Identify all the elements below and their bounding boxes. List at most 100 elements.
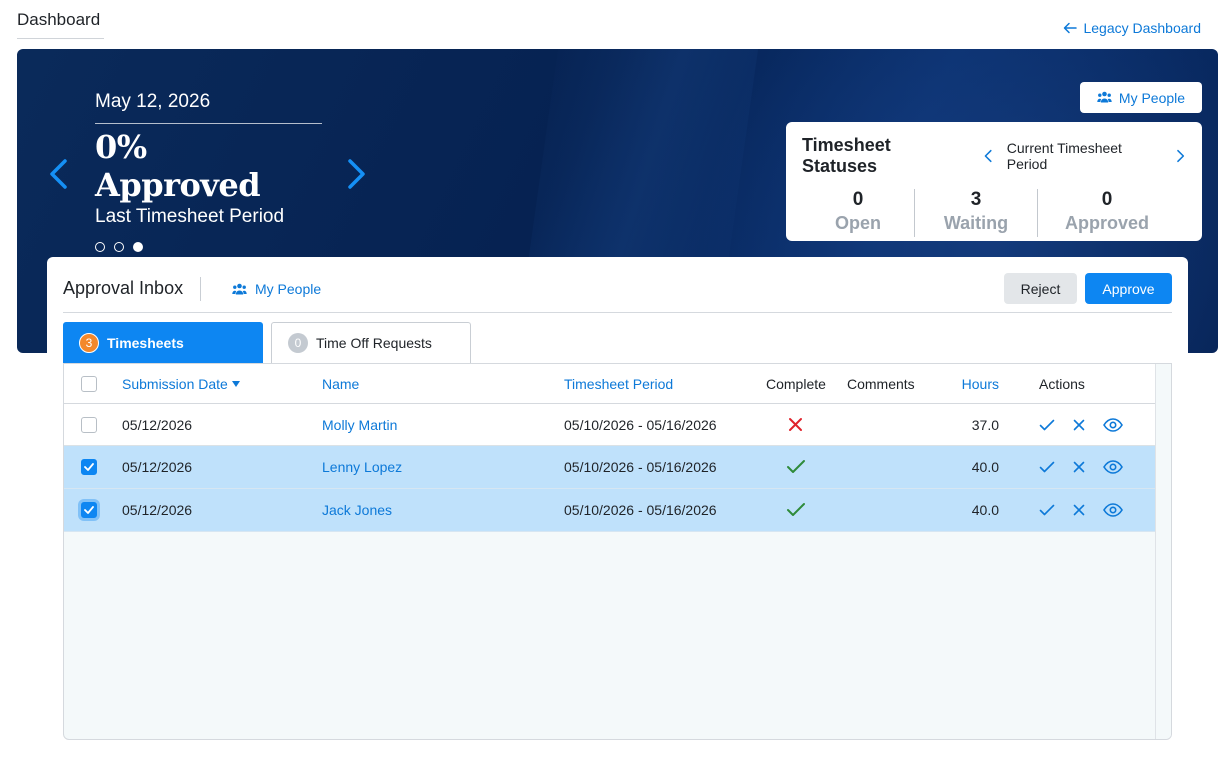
reject-row-button[interactable] (1073, 504, 1085, 516)
tab-count-badge: 0 (288, 333, 308, 353)
carousel-dot-3[interactable] (133, 242, 143, 252)
check-icon (1039, 461, 1055, 473)
my-people-button[interactable]: My People (1080, 82, 1202, 113)
my-people-label: My People (1118, 89, 1186, 106)
status-approved-label: Approved (1064, 213, 1149, 233)
reject-row-button[interactable] (1073, 419, 1085, 431)
column-header-timesheet-period[interactable]: Timesheet Period (564, 376, 673, 392)
select-all-checkbox[interactable] (81, 375, 97, 392)
legacy-dashboard-link[interactable]: Legacy Dashboard (1063, 20, 1201, 36)
timesheet-grid: Submission Date Name Timesheet Period Co… (63, 363, 1172, 740)
column-header-label: Submission Date (122, 375, 228, 392)
row-checkbox[interactable] (81, 502, 97, 518)
status-approved-count: 0 (1101, 189, 1113, 210)
status-waiting-count: 3 (970, 189, 982, 210)
status-card-title: Timesheet Statuses (802, 135, 891, 176)
employee-name-link[interactable]: Molly Martin (322, 417, 397, 433)
inbox-tabs: 3 Timesheets 0 Time Off Requests (63, 322, 471, 363)
row-actions (1039, 460, 1123, 474)
complete-cell (766, 502, 806, 518)
inbox-header: Approval Inbox My People Reject Approve (63, 273, 1172, 313)
carousel-dot-1[interactable] (95, 242, 105, 252)
status-open-label: Open (834, 213, 881, 233)
column-header-actions: Actions (1039, 375, 1085, 392)
status-waiting[interactable]: 3 Waiting (915, 189, 1038, 237)
legacy-dashboard-label: Legacy Dashboard (1083, 20, 1201, 36)
approve-button[interactable]: Approve (1085, 273, 1172, 304)
table-row[interactable]: 05/12/2026 Jack Jones 05/10/2026 - 05/16… (64, 489, 1156, 532)
chevron-right-icon (348, 159, 365, 189)
row-actions (1039, 417, 1123, 432)
eye-icon (1103, 460, 1123, 474)
tab-count-badge: 3 (79, 332, 99, 353)
table-row[interactable]: 05/12/2026 Lenny Lopez 05/10/2026 - 05/1… (64, 446, 1156, 489)
timesheet-period-cell: 05/10/2026 - 05/16/2026 (564, 502, 717, 518)
carousel-slide: May 12, 2026 0% Approved Last Timesheet … (95, 91, 322, 252)
submission-date-cell: 05/12/2026 (122, 459, 193, 475)
eye-icon (1103, 417, 1123, 432)
employee-name-link[interactable]: Lenny Lopez (322, 459, 402, 475)
inbox-my-people-link[interactable]: My People (232, 281, 321, 297)
reject-button[interactable]: Reject (1004, 273, 1077, 304)
tab-label: Time Off Requests (316, 335, 432, 351)
check-icon (787, 460, 805, 473)
view-row-button[interactable] (1103, 417, 1123, 432)
check-icon (1039, 419, 1055, 430)
eye-icon (1103, 503, 1123, 517)
carousel-prev-button[interactable] (47, 157, 69, 191)
complete-cell (766, 459, 806, 475)
close-icon (1073, 504, 1085, 516)
carousel-next-button[interactable] (346, 157, 368, 191)
checkmark-icon (84, 463, 94, 471)
inbox-my-people-label: My People (255, 281, 322, 297)
divider (200, 277, 201, 301)
slide-metric: 0% Approved (95, 128, 261, 204)
column-header-hours[interactable]: Hours (959, 376, 999, 392)
reject-row-button[interactable] (1073, 461, 1085, 473)
view-row-button[interactable] (1103, 460, 1123, 474)
slide-caption: Last Timesheet Period (95, 206, 285, 227)
row-checkbox[interactable] (81, 416, 97, 433)
hours-cell: 40.0 (971, 502, 999, 518)
status-approved[interactable]: 0 Approved (1038, 189, 1176, 237)
approve-row-button[interactable] (1039, 461, 1055, 473)
close-icon (1073, 461, 1085, 473)
row-checkbox[interactable] (81, 459, 97, 475)
submission-date-cell: 05/12/2026 (122, 416, 193, 433)
sort-desc-icon (231, 380, 240, 387)
submission-date-cell: 05/12/2026 (122, 502, 193, 518)
chevron-left-icon[interactable] (983, 149, 993, 163)
approval-inbox: Approval Inbox My People Reject Approve … (47, 257, 1188, 741)
status-waiting-label: Waiting (943, 213, 1009, 233)
page-title: Dashboard (17, 10, 104, 39)
approve-row-button[interactable] (1039, 419, 1055, 431)
column-header-comments: Comments (847, 375, 915, 392)
arrow-left-icon (1064, 22, 1078, 34)
column-header-submission-date[interactable]: Submission Date (122, 376, 240, 392)
people-icon (232, 283, 247, 294)
chevron-right-icon[interactable] (1176, 149, 1186, 163)
table-row[interactable]: 05/12/2026 Molly Martin 05/10/2026 - 05/… (64, 404, 1156, 446)
timesheet-period-cell: 05/10/2026 - 05/16/2026 (564, 459, 717, 475)
grid-scrollbar[interactable] (1155, 364, 1171, 739)
tab-label: Timesheets (107, 334, 184, 351)
column-header-name[interactable]: Name (322, 376, 359, 392)
checkmark-icon (84, 506, 94, 514)
status-open[interactable]: 0 Open (802, 189, 915, 237)
view-row-button[interactable] (1103, 503, 1123, 517)
employee-name-link[interactable]: Jack Jones (322, 502, 392, 518)
timesheet-period-cell: 05/10/2026 - 05/16/2026 (564, 416, 717, 433)
hours-cell: 37.0 (971, 416, 999, 433)
approve-row-button[interactable] (1039, 504, 1055, 516)
column-header-complete: Complete (766, 375, 826, 392)
hours-cell: 40.0 (971, 459, 999, 475)
period-label: Current Timesheet Period (1006, 140, 1122, 172)
x-mark-icon (789, 417, 802, 431)
tab-time-off-requests[interactable]: 0 Time Off Requests (271, 322, 471, 363)
tab-timesheets[interactable]: 3 Timesheets (63, 322, 263, 363)
chevron-left-icon (50, 159, 67, 189)
row-actions (1039, 503, 1123, 517)
inbox-title: Approval Inbox (63, 278, 184, 298)
grid-header-row: Submission Date Name Timesheet Period Co… (64, 364, 1156, 404)
carousel-dot-2[interactable] (114, 242, 124, 252)
